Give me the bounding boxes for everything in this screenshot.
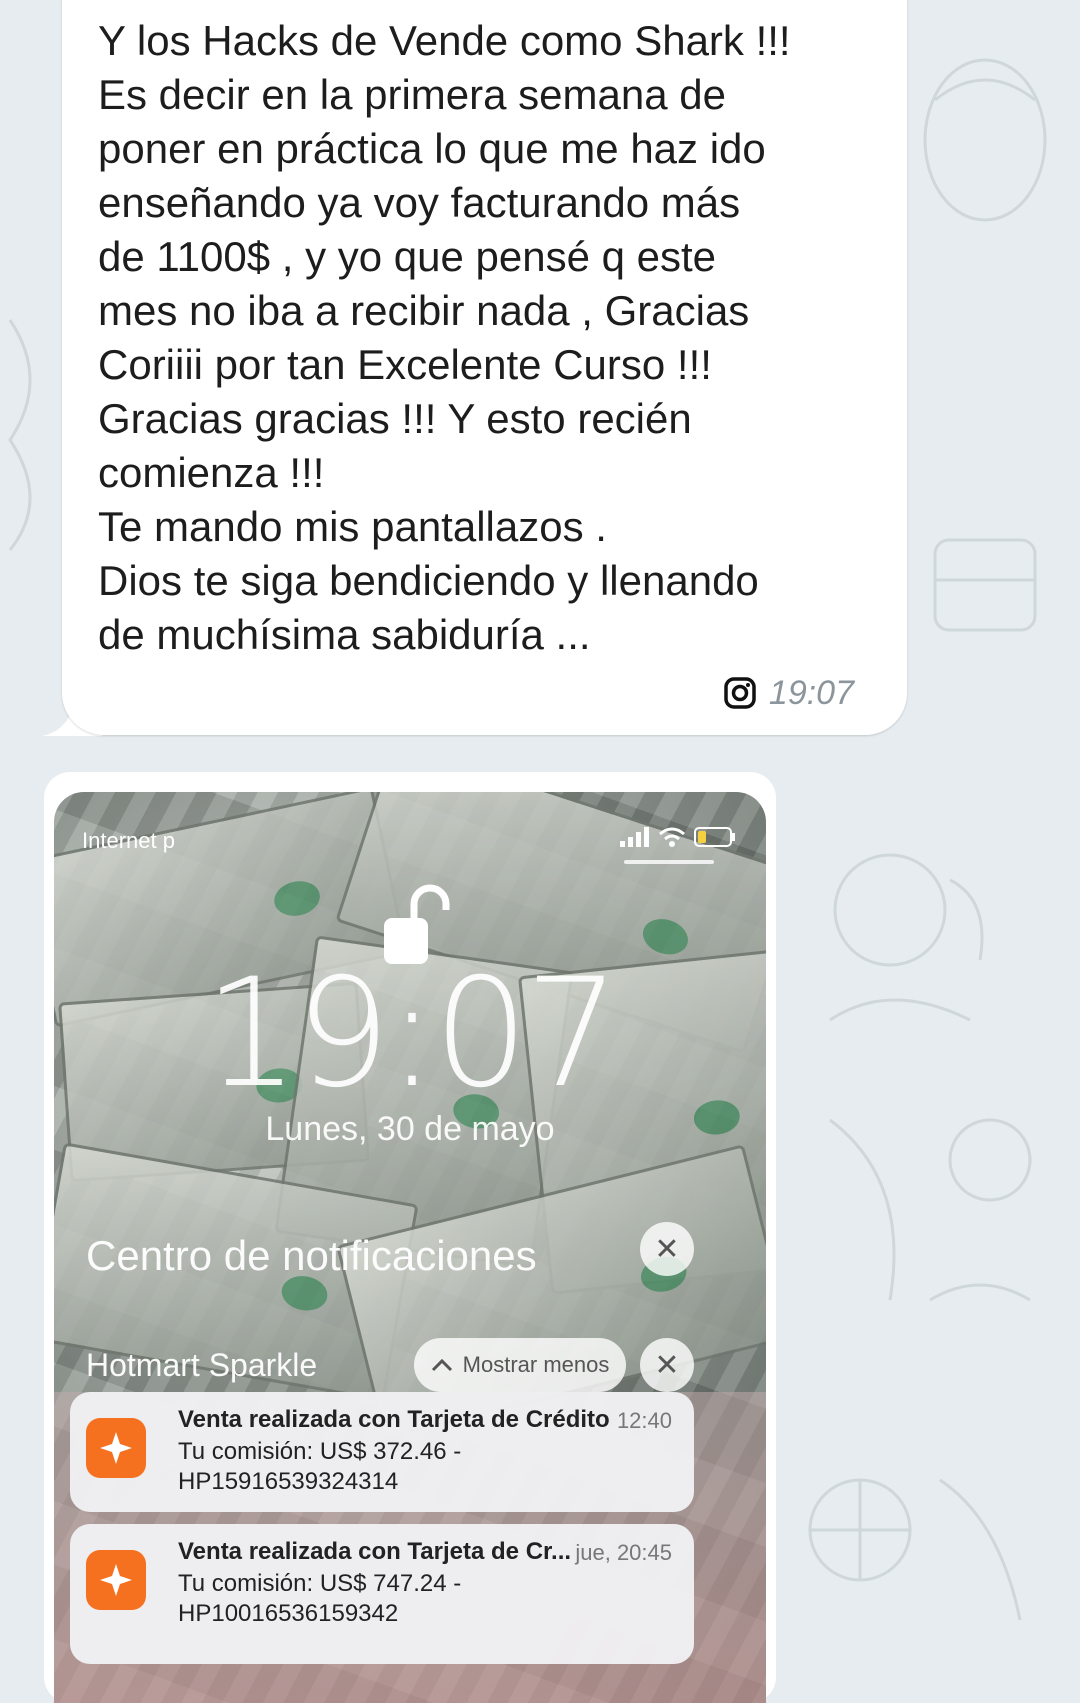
- notification-card[interactable]: Venta realizada con Tarjeta de Cr... jue…: [70, 1524, 694, 1664]
- notification-card[interactable]: Venta realizada con Tarjeta de Crédito 1…: [70, 1392, 694, 1512]
- message-line: de muchísima sabiduría ...: [98, 611, 591, 658]
- notification-id: HP10016536159342: [178, 1600, 399, 1627]
- instagram-icon: [724, 677, 756, 709]
- notification-body: Tu comisión: US$ 372.46 -: [178, 1438, 462, 1465]
- app-group-title: Hotmart Sparkle: [86, 1347, 318, 1383]
- sparkle-icon: [100, 1432, 132, 1464]
- image-message[interactable]: Internet p 19:07 Lunes, 30 de mayo Centr…: [44, 772, 776, 1703]
- show-less-label: Mostrar menos: [462, 1352, 610, 1377]
- chevron-up-icon: [431, 1358, 452, 1372]
- message-line: Es decir en la primera semana de: [98, 71, 726, 118]
- carrier-label: Internet p: [82, 828, 175, 853]
- signal-icon: [620, 827, 649, 847]
- notification-body: Tu comisión: US$ 747.24 -: [178, 1570, 462, 1597]
- message-line: Y los Hacks de Vende como Shark !!!: [98, 17, 791, 64]
- lockscreen-date: Lunes, 30 de mayo: [265, 1110, 555, 1148]
- message-line: de 1100$ , y yo que pensé q este: [98, 233, 717, 280]
- show-less-button[interactable]: Mostrar menos: [414, 1338, 626, 1392]
- sparkle-icon: [100, 1564, 132, 1596]
- lockscreen-clock: 19:07: [203, 947, 620, 1121]
- notification-title: Venta realizada con Tarjeta de Crédito: [178, 1406, 610, 1433]
- doodle-icon: [829, 1118, 1032, 1302]
- notification-id: HP15916539324314: [178, 1468, 399, 1495]
- hotmart-icon: [86, 1418, 146, 1478]
- notification-title: Venta realizada con Tarjeta de Cr...: [178, 1538, 572, 1565]
- message-line: Dios te siga bendiciendo y llenando: [98, 557, 759, 604]
- message-line: enseñando ya voy facturando más: [98, 179, 741, 226]
- doodle-icon: [808, 1478, 1022, 1621]
- lockscreen-screenshot: Internet p 19:07 Lunes, 30 de mayo Centr…: [54, 792, 766, 1703]
- doodle-icon: [829, 853, 984, 1022]
- notification-center-title: Centro de notificaciones: [86, 1232, 537, 1279]
- message-line: Coriiii por tan Excelente Curso !!!: [98, 341, 712, 388]
- message-time: 19:07: [768, 673, 854, 712]
- doodle-icon: [923, 58, 1047, 222]
- status-icons: [620, 826, 736, 848]
- message-line: Te mando mis pantallazos .: [98, 503, 607, 550]
- battery-icon: [694, 827, 735, 847]
- doodle-icon: [8, 319, 32, 551]
- message-line: Gracias gracias !!! Y esto recién: [98, 395, 692, 442]
- message-line: mes no iba a recibir nada , Gracias: [98, 287, 750, 334]
- notification-time: jue, 20:45: [575, 1540, 672, 1565]
- message-meta: 19:07: [723, 672, 854, 714]
- close-icon[interactable]: ✕: [640, 1338, 694, 1392]
- hotmart-icon: [86, 1550, 146, 1610]
- message-line: comienza !!!: [98, 449, 325, 496]
- wifi-icon: [659, 827, 685, 847]
- doodle-icon: [933, 538, 1037, 632]
- status-underline: [624, 860, 714, 864]
- message-text: Y los Hacks de Vende como Shark !!! Es de…: [98, 14, 898, 662]
- notification-time: 12:40: [616, 1408, 672, 1433]
- message-line: poner en práctica lo que me haz ido: [98, 125, 766, 172]
- close-icon[interactable]: ✕: [640, 1222, 694, 1276]
